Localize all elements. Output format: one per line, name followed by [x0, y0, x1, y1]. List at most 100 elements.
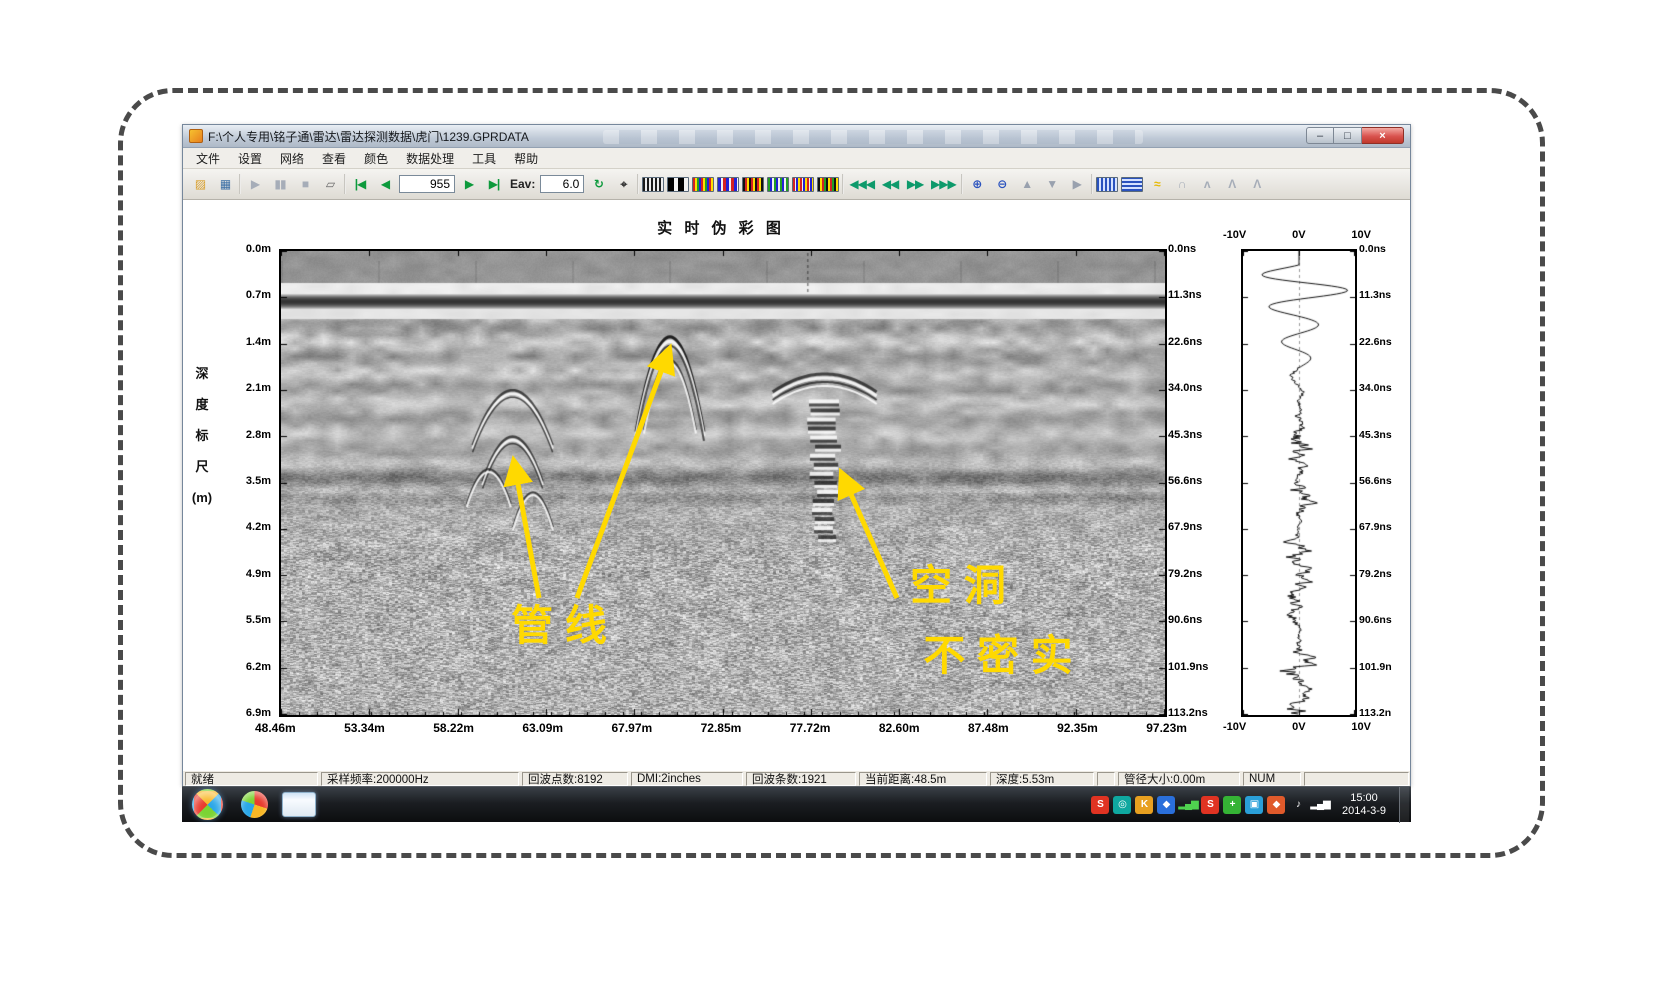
- alert-tray-icon[interactable]: ◆: [1267, 796, 1285, 814]
- system-tray: S◎K◆▂▄▆S+▣◆♪▂▄▆: [1091, 796, 1329, 814]
- trace-number-field[interactable]: 955: [399, 175, 455, 193]
- palette-greenblue-button[interactable]: [767, 177, 789, 192]
- marker-a-button[interactable]: Λ: [1221, 173, 1243, 195]
- network-icon[interactable]: ▂▄▆: [1311, 796, 1329, 814]
- distance-tick-label: 82.60m: [879, 721, 920, 735]
- ime-tray-icon[interactable]: S: [1091, 796, 1109, 814]
- toolbar: ▨▦▶▮▮■▱|◀◀955▶▶|Eav:6.0↻⌖◀◀◀◀◀▶▶▶▶▶⊕⊖▲▼▶…: [183, 169, 1410, 200]
- wave-time-tick-label: 0.0ns: [1359, 243, 1410, 256]
- palette-multi-button[interactable]: [792, 177, 814, 192]
- quick-launch: [241, 791, 316, 818]
- first-trace-button[interactable]: |◀: [349, 173, 371, 195]
- wave-time-tick-label: 45.3ns: [1359, 429, 1410, 442]
- menu-item[interactable]: 颜色: [355, 148, 397, 169]
- signal-green-icon[interactable]: ▂▄▆: [1179, 796, 1197, 814]
- menu-bar: 文件设置网络查看颜色数据处理工具帮助: [183, 148, 1410, 169]
- wave-time-tick-label: 56.6ns: [1359, 475, 1410, 488]
- main-content: 实 时 伪 彩 图 深 度 标 尺 (m) 0.0m0.7m1.4m2.1m2.…: [183, 200, 1410, 770]
- show-desktop-button[interactable]: [1399, 787, 1409, 823]
- window-title: F:\个人专用\铭子通\雷达\雷达探测数据\虎门\1239.GPRDATA: [208, 128, 529, 145]
- messenger-tray-icon[interactable]: ▣: [1245, 796, 1263, 814]
- measure-button[interactable]: ⌖: [612, 173, 634, 195]
- wave-time-tick-label: 67.9ns: [1359, 521, 1410, 534]
- menu-item[interactable]: 帮助: [505, 148, 547, 169]
- palette-firetone-button[interactable]: [742, 177, 764, 192]
- next-trace-button[interactable]: ▶: [458, 173, 480, 195]
- wave-trace-panel[interactable]: [1241, 249, 1357, 717]
- save-button[interactable]: ▦: [214, 173, 236, 195]
- fast-rewind-button[interactable]: ◀◀◀: [847, 173, 876, 195]
- open-button[interactable]: ▨: [189, 173, 211, 195]
- last-trace-button[interactable]: ▶|: [483, 173, 505, 195]
- stop-button[interactable]: ■: [294, 173, 316, 195]
- menu-item[interactable]: 数据处理: [397, 148, 463, 169]
- updates-tray-icon[interactable]: +: [1223, 796, 1241, 814]
- teal-app-tray-icon[interactable]: ◎: [1113, 796, 1131, 814]
- palette-rainbow-button[interactable]: [692, 177, 714, 192]
- eav-field[interactable]: 6.0: [540, 175, 584, 193]
- key-tray-icon[interactable]: K: [1135, 796, 1153, 814]
- ime2-tray-icon[interactable]: S: [1201, 796, 1219, 814]
- zoom-out-button[interactable]: ⊖: [991, 173, 1013, 195]
- wave-voltage-axis-bottom: -10V0V10V: [1223, 721, 1371, 733]
- menu-item[interactable]: 网络: [271, 148, 313, 169]
- menu-item[interactable]: 查看: [313, 148, 355, 169]
- menu-item[interactable]: 文件: [187, 148, 229, 169]
- app-taskbar-button[interactable]: [282, 792, 316, 817]
- move-down-button[interactable]: ▼: [1041, 173, 1063, 195]
- fast-forward-button[interactable]: ▶▶▶: [929, 173, 958, 195]
- palette-grayscale-button[interactable]: [642, 177, 664, 192]
- palette-multi2-button[interactable]: [817, 177, 839, 192]
- radargram-canvas[interactable]: [279, 249, 1167, 717]
- maximize-button[interactable]: □: [1334, 127, 1362, 144]
- security-shield-icon[interactable]: ◆: [1157, 796, 1175, 814]
- marker-b-button[interactable]: Λ: [1246, 173, 1268, 195]
- gain-curve-button[interactable]: ≈: [1146, 173, 1168, 195]
- forward-button[interactable]: ▶▶: [904, 173, 926, 195]
- start-button[interactable]: [192, 789, 223, 820]
- wave-time-tick-label: 79.2ns: [1359, 568, 1410, 581]
- prev-trace-button[interactable]: ◀: [374, 173, 396, 195]
- app-window: F:\个人专用\铭子通\雷达\雷达探测数据\虎门\1239.GPRDATA – …: [182, 124, 1411, 786]
- window-titlebar[interactable]: F:\个人专用\铭子通\雷达\雷达探测数据\虎门\1239.GPRDATA – …: [183, 125, 1410, 148]
- menu-item[interactable]: 工具: [463, 148, 505, 169]
- minimize-button[interactable]: –: [1306, 127, 1334, 144]
- palette-bw-button[interactable]: [667, 177, 689, 192]
- browser-taskbar-icon[interactable]: [241, 791, 268, 818]
- volume-icon[interactable]: ♪: [1289, 796, 1307, 814]
- move-up-button[interactable]: ▲: [1016, 173, 1038, 195]
- caption-buttons: – □ ×: [1306, 127, 1404, 144]
- play-forward-button[interactable]: ▶: [1066, 173, 1088, 195]
- erase-button[interactable]: ▱: [319, 173, 341, 195]
- voltage-tick-label: -10V: [1223, 229, 1246, 241]
- menu-item[interactable]: 设置: [229, 148, 271, 169]
- status-fill: [1304, 772, 1409, 786]
- distance-tick-label: 63.09m: [522, 721, 563, 735]
- status-echo-traces: 回波条数:1921: [746, 772, 856, 786]
- refresh-button[interactable]: ↻: [587, 173, 609, 195]
- wave-trace-canvas[interactable]: [1241, 249, 1357, 717]
- voltage-tick-label: 10V: [1351, 229, 1371, 241]
- distance-tick-label: 67.97m: [612, 721, 653, 735]
- spectrum-button[interactable]: [1121, 177, 1143, 192]
- wave-time-tick-label: 22.6ns: [1359, 336, 1410, 349]
- play-button[interactable]: ▶: [244, 173, 266, 195]
- radargram-plot[interactable]: [279, 249, 1167, 717]
- toolbar-separator: [239, 174, 241, 194]
- time-tick-label: 56.6ns: [1168, 475, 1230, 488]
- wave-time-tick-label: 113.2n: [1359, 707, 1410, 720]
- taskbar-clock[interactable]: 15:00 2014-3-9: [1333, 792, 1395, 818]
- distance-tick-label: 87.48m: [968, 721, 1009, 735]
- histogram-button[interactable]: [1096, 177, 1118, 192]
- pause-button[interactable]: ▮▮: [269, 173, 291, 195]
- wavelet-button[interactable]: ʌ: [1196, 173, 1218, 195]
- zoom-in-button[interactable]: ⊕: [966, 173, 988, 195]
- depth-tick-label: 0.0m: [246, 243, 271, 256]
- headset-button[interactable]: ∩: [1171, 173, 1193, 195]
- close-button[interactable]: ×: [1362, 127, 1404, 144]
- time-tick-label: 79.2ns: [1168, 568, 1230, 581]
- rewind-button[interactable]: ◀◀: [879, 173, 901, 195]
- palette-redblue-button[interactable]: [717, 177, 739, 192]
- distance-axis: 48.46m53.34m58.22m63.09m67.97m72.85m77.7…: [255, 721, 1187, 735]
- time-tick-label: 113.2ns: [1168, 707, 1230, 720]
